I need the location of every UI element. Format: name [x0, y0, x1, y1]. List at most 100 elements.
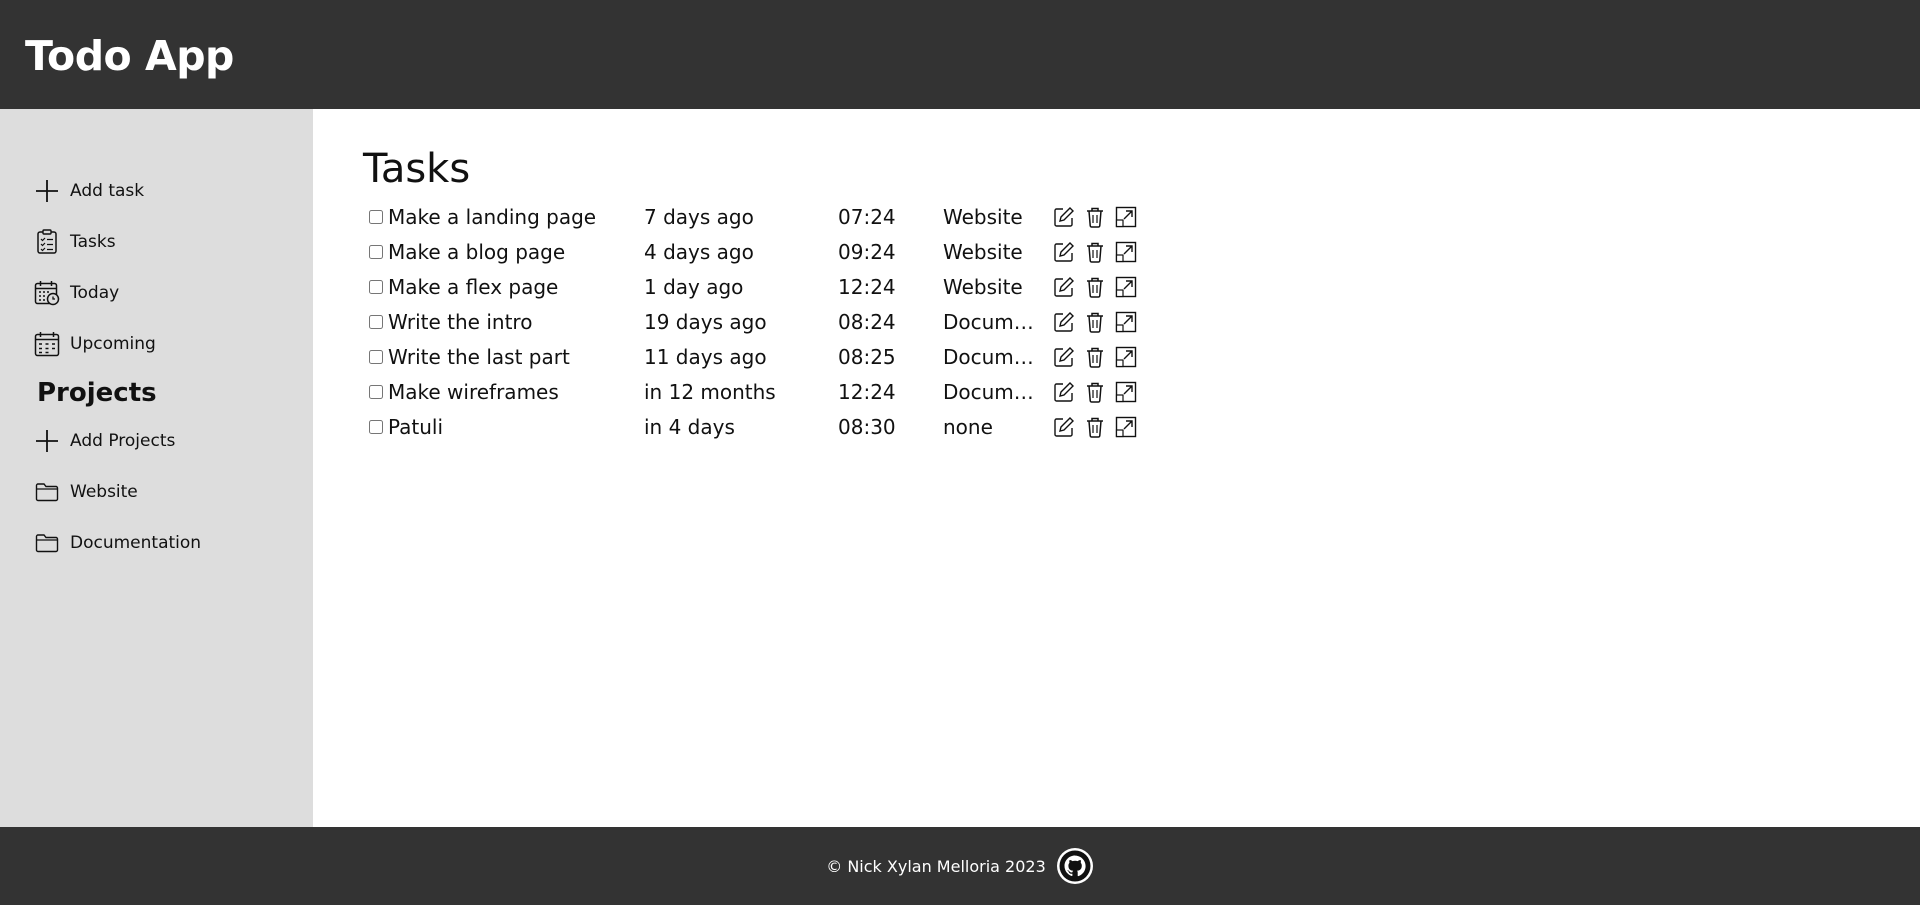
app-root: Todo App Add task Tasks Today Upcoming P…	[0, 0, 1920, 905]
task-time: 08:30	[838, 414, 896, 439]
edit-icon[interactable]	[1051, 274, 1077, 300]
sidebar-item-label: Add task	[70, 180, 145, 201]
task-due: in 4 days	[644, 414, 735, 439]
task-project: none	[943, 414, 993, 439]
calendar-clock-icon	[33, 279, 61, 307]
task-name: Make a landing page	[388, 204, 597, 229]
github-icon[interactable]	[1056, 847, 1094, 885]
task-due: 19 days ago	[644, 309, 767, 334]
task-project: Website	[943, 204, 1023, 229]
task-actions	[1051, 414, 1144, 440]
task-due: 7 days ago	[644, 204, 754, 229]
task-name: Make a flex page	[388, 274, 559, 299]
calendar-icon	[33, 330, 61, 358]
edit-icon[interactable]	[1051, 414, 1077, 440]
task-time: 09:24	[838, 239, 896, 264]
edit-icon[interactable]	[1051, 309, 1077, 335]
trash-icon[interactable]	[1082, 204, 1108, 230]
task-actions	[1051, 239, 1144, 265]
open-details-icon[interactable]	[1113, 414, 1139, 440]
task-time: 08:24	[838, 309, 896, 334]
task-checkbox[interactable]	[369, 279, 383, 294]
task-name: Patuli	[388, 414, 444, 439]
folder-icon	[33, 478, 61, 506]
projects-heading: Projects	[37, 378, 157, 408]
task-row: Make a landing page 7 days ago 07:24 Web…	[369, 199, 1920, 234]
task-checkbox[interactable]	[369, 209, 383, 224]
task-time: 08:25	[838, 344, 896, 369]
task-name: Write the intro	[388, 309, 533, 334]
sidebar-item-label: Today	[70, 282, 120, 303]
task-row: Write the intro 19 days ago 08:24 Docume…	[369, 304, 1920, 339]
app-title: Todo App	[25, 31, 234, 80]
task-actions	[1051, 309, 1144, 335]
open-details-icon[interactable]	[1113, 379, 1139, 405]
task-project: Documentation	[943, 309, 1043, 334]
sidebar-item-add-task[interactable]: Add task	[0, 165, 313, 216]
task-row: Patuli in 4 days 08:30 none	[369, 409, 1920, 444]
task-checkbox[interactable]	[369, 349, 383, 364]
task-checkbox[interactable]	[369, 419, 383, 434]
open-details-icon[interactable]	[1113, 204, 1139, 230]
main-content: Tasks Make a landing page 7 days ago 07:…	[313, 109, 1920, 827]
app-header: Todo App	[0, 0, 1920, 109]
sidebar-item-label: Tasks	[70, 231, 116, 252]
task-row: Make a blog page 4 days ago 09:24 Websit…	[369, 234, 1920, 269]
edit-icon[interactable]	[1051, 239, 1077, 265]
task-project: Website	[943, 239, 1023, 264]
sidebar-item-today[interactable]: Today	[0, 267, 313, 318]
task-row: Write the last part 11 days ago 08:25 Do…	[369, 339, 1920, 374]
copyright-text: © Nick Xylan Melloria 2023	[826, 856, 1046, 876]
task-list: Make a landing page 7 days ago 07:24 Web…	[369, 199, 1920, 444]
trash-icon[interactable]	[1082, 274, 1108, 300]
task-time: 12:24	[838, 379, 896, 404]
sidebar-item-tasks[interactable]: Tasks	[0, 216, 313, 267]
app-footer: © Nick Xylan Melloria 2023	[0, 827, 1920, 905]
sidebar-item-website[interactable]: Website	[0, 466, 313, 517]
edit-icon[interactable]	[1051, 379, 1077, 405]
task-name: Write the last part	[388, 344, 570, 369]
plus-icon	[33, 177, 61, 205]
open-details-icon[interactable]	[1113, 309, 1139, 335]
sidebar-item-label: Documentation	[70, 532, 202, 553]
sidebar-item-label: Add Projects	[70, 430, 176, 451]
edit-icon[interactable]	[1051, 344, 1077, 370]
task-checkbox[interactable]	[369, 244, 383, 259]
open-details-icon[interactable]	[1113, 239, 1139, 265]
folder-icon	[33, 529, 61, 557]
task-project: Website	[943, 274, 1023, 299]
open-details-icon[interactable]	[1113, 344, 1139, 370]
sidebar-item-add-projects[interactable]: Add Projects	[0, 415, 313, 466]
trash-icon[interactable]	[1082, 309, 1108, 335]
task-name: Make wireframes	[388, 379, 559, 404]
task-time: 12:24	[838, 274, 896, 299]
open-details-icon[interactable]	[1113, 274, 1139, 300]
sidebar-item-upcoming[interactable]: Upcoming	[0, 318, 313, 369]
task-row: Make wireframes in 12 months 12:24 Docum…	[369, 374, 1920, 409]
task-due: 1 day ago	[644, 274, 744, 299]
trash-icon[interactable]	[1082, 239, 1108, 265]
task-due: in 12 months	[644, 379, 776, 404]
sidebar: Add task Tasks Today Upcoming Projects A…	[0, 109, 313, 827]
trash-icon[interactable]	[1082, 379, 1108, 405]
trash-icon[interactable]	[1082, 414, 1108, 440]
page-title: Tasks	[363, 146, 471, 192]
sidebar-item-label: Website	[70, 481, 138, 502]
sidebar-item-label: Upcoming	[70, 333, 156, 354]
task-time: 07:24	[838, 204, 896, 229]
task-actions	[1051, 274, 1144, 300]
task-name: Make a blog page	[388, 239, 566, 264]
plus-icon	[33, 427, 61, 455]
sidebar-item-documentation[interactable]: Documentation	[0, 517, 313, 568]
task-project: Documentation	[943, 379, 1043, 404]
task-actions	[1051, 204, 1144, 230]
trash-icon[interactable]	[1082, 344, 1108, 370]
task-project: Documentation	[943, 344, 1043, 369]
clipboard-list-icon	[33, 228, 61, 256]
task-actions	[1051, 379, 1144, 405]
task-checkbox[interactable]	[369, 384, 383, 399]
edit-icon[interactable]	[1051, 204, 1077, 230]
task-row: Make a flex page 1 day ago 12:24 Website	[369, 269, 1920, 304]
task-checkbox[interactable]	[369, 314, 383, 329]
task-due: 11 days ago	[644, 344, 767, 369]
